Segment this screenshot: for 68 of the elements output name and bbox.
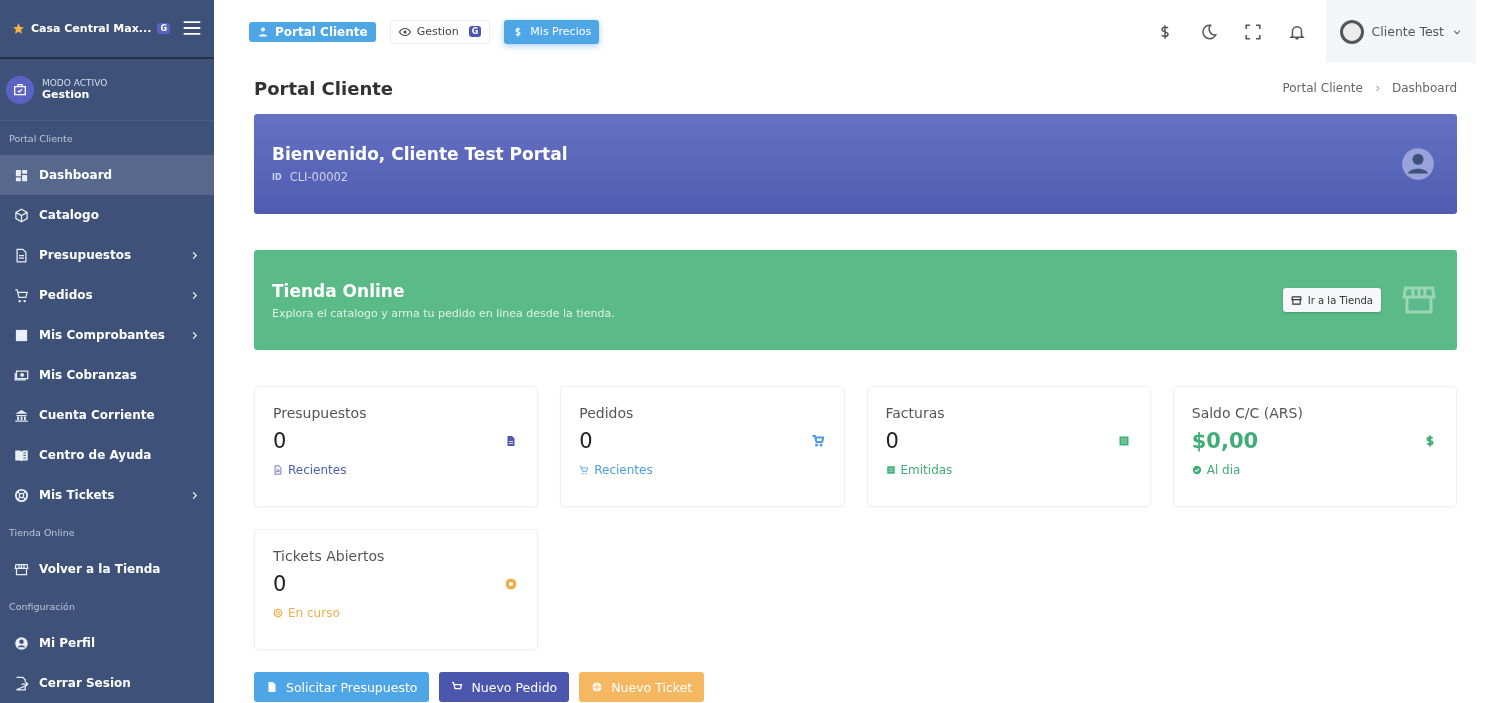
sidebar-item[interactable]: Dashboard [0, 155, 214, 196]
brand-name[interactable]: Casa Central Max... [31, 21, 152, 35]
user-avatar-icon [1399, 145, 1437, 183]
eye-icon [398, 25, 411, 38]
sidebar-item[interactable]: Centro de Ayuda [0, 435, 214, 476]
welcome-title: Bienvenido, Cliente Test Portal [272, 144, 568, 164]
sidebar-section-label: Tienda Online [8, 525, 76, 540]
sidebar-item[interactable]: Pedidos [0, 275, 214, 316]
mode-label: MODO ACTIVO [42, 78, 108, 89]
stat-title: Saldo C/C (ARS) [1191, 405, 1304, 421]
id-label: ID [272, 172, 282, 182]
sidebar-item[interactable]: Mi Perfil [0, 623, 214, 663]
brand-badge: G [157, 22, 170, 34]
sidebar-item[interactable]: Catalogo [0, 195, 214, 236]
stat-value: 0 [273, 429, 287, 453]
sidebar-item-icon [14, 675, 29, 691]
sidebar-item[interactable]: Mis Comprobantes [0, 315, 214, 356]
stat-footer-icon [273, 608, 283, 618]
fullscreen-icon [1243, 22, 1262, 41]
star-icon [12, 21, 25, 35]
sidebar-item-icon [14, 635, 29, 651]
sidebar-item[interactable]: Mis Cobranzas [0, 355, 214, 396]
sidebar-item-icon [14, 561, 29, 577]
stat-footer-icon [579, 465, 590, 475]
store-icon [1290, 294, 1302, 306]
breadcrumb-item[interactable]: Portal Cliente [1282, 81, 1363, 95]
stat-footer-link[interactable]: Recientes [288, 463, 347, 477]
user-menu-button[interactable]: Cliente Test [1325, 0, 1476, 63]
sidebar-section-label: Configuración [8, 599, 76, 614]
sidebar-item-icon [14, 327, 29, 343]
stat-title: Facturas [885, 405, 946, 421]
client-id: CLI-00002 [289, 170, 349, 184]
sidebar-item-icon [14, 407, 29, 423]
sidebar-section-label: Portal Cliente [8, 131, 74, 146]
stat-value: 0 [579, 429, 593, 453]
sidebar-item-icon [14, 247, 29, 263]
sidebar-item-icon [14, 287, 29, 303]
sidebar-item[interactable]: Cuenta Corriente [0, 395, 214, 436]
page-title: Portal Cliente [254, 77, 393, 99]
go-to-store-button[interactable]: Ir a la Tienda [1282, 288, 1381, 312]
stat-footer-icon [1191, 465, 1202, 475]
stat-value: $0,00 [1191, 429, 1259, 453]
sidebar-item[interactable]: Volver a la Tienda [0, 549, 214, 590]
mode-chip[interactable]: Gestion G [389, 19, 491, 44]
sidebar-item-icon [14, 207, 29, 223]
sidebar-item[interactable]: Mis Tickets [0, 475, 214, 516]
sidebar-item[interactable]: Presupuestos [0, 235, 214, 276]
store-description: Explora el catalogo y arma tu pedido en linea desde la tienda. [272, 306, 615, 320]
action-button[interactable]: Nuevo Pedido [439, 672, 570, 702]
stat-title: Presupuestos [273, 405, 368, 421]
store-title: Tienda Online [272, 280, 406, 301]
stat-footer-icon [273, 465, 283, 475]
sidebar-item[interactable]: Cerrar Sesion [0, 663, 214, 703]
action-icon [591, 681, 604, 693]
stat-value: 0 [273, 572, 287, 596]
mode-value: Gestion [42, 88, 91, 102]
stat-title: Tickets Abiertos [273, 548, 386, 564]
breadcrumb-item: Dashboard [1391, 81, 1457, 95]
action-icon [266, 681, 278, 693]
sidebar-item-icon [14, 487, 29, 503]
briefcase-icon [6, 75, 34, 104]
person-icon [257, 25, 269, 38]
stat-title: Pedidos [579, 405, 635, 421]
stat-footer-icon [885, 465, 896, 475]
sidebar-item-icon [14, 367, 29, 383]
stat-value: 0 [885, 429, 899, 453]
moon-icon [1199, 22, 1218, 41]
sidebar-item-icon [14, 167, 29, 183]
